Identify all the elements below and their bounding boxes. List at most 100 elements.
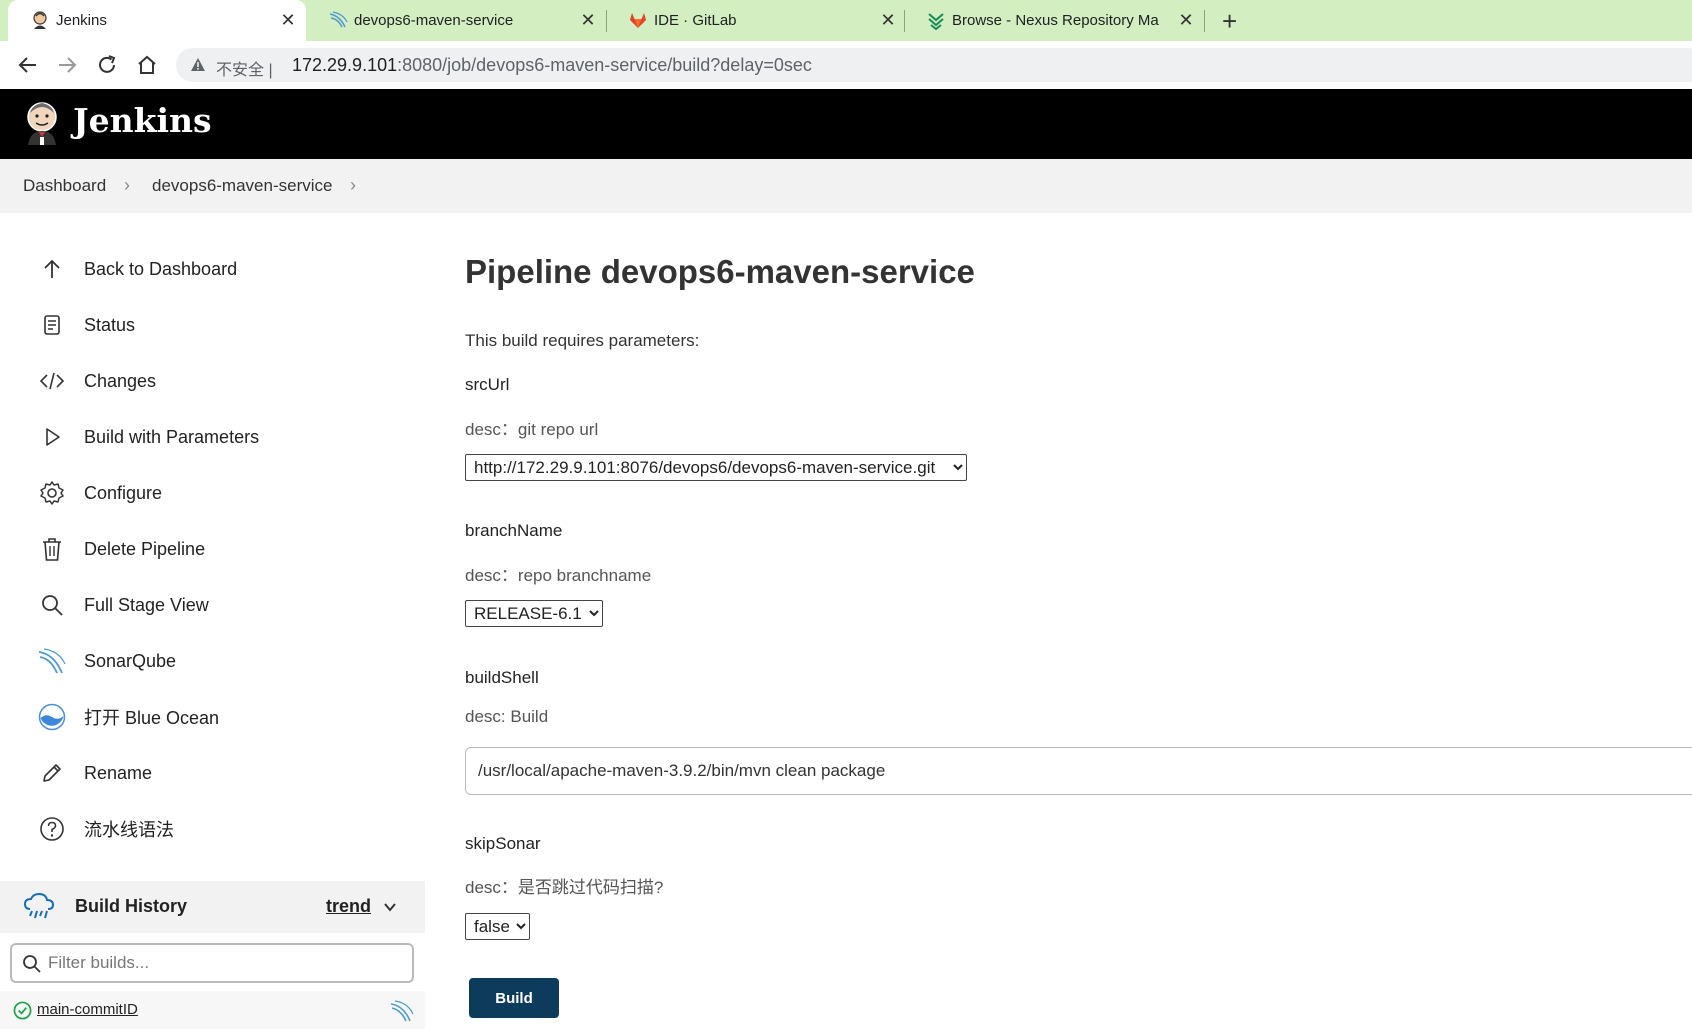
sidebar-item-back-to-dashboard[interactable]: Back to Dashboard [38,249,398,289]
sidebar-item-sonarqube[interactable]: SonarQube [38,641,398,681]
sidebar-item-status[interactable]: Status [38,305,398,345]
sidebar-item-full-stage-view[interactable]: Full Stage View [38,585,398,625]
param-name-skipsonar: skipSonar [465,834,541,853]
address-bar: 不安全 | 172.29.9.101:8080/job/devops6-mave… [0,41,1692,89]
play-icon [46,428,60,446]
trend-link[interactable]: trend [326,896,371,917]
page-title: Pipeline devops6-maven-service [465,253,975,290]
param-desc-branchname: desc：repo branchname [465,566,652,585]
sidebar-item-label: Full Stage View [84,594,209,615]
document-icon [44,315,60,335]
breadcrumb: Dashboard › devops6-maven-service › [0,159,1692,213]
filter-builds-input[interactable] [48,951,398,975]
sonarqube-icon [329,11,348,28]
breadcrumb-dashboard[interactable]: Dashboard [23,176,106,196]
jenkins-logo-icon[interactable] [22,99,62,147]
code-icon [39,372,65,390]
tab-nexus[interactable]: Browse - Nexus Repository Ma ✕ [904,0,1202,41]
search-icon [23,955,41,973]
tab-gitlab[interactable]: IDE · GitLab ✕ [606,0,904,41]
param-name-buildshell: buildShell [465,668,539,687]
build-history-row: main-commitID [0,991,425,1029]
jenkins-header: Jenkins [0,89,1692,159]
sidebar-item-label: Build with Parameters [84,426,260,447]
url-host: 172.29.9.101 [292,55,398,75]
jenkins-icon [33,11,47,29]
jenkins-title[interactable]: Jenkins [73,101,212,140]
sidebar-item-label: Status [84,314,136,335]
trash-icon [43,538,61,561]
sidebar-item-delete-pipeline[interactable]: Delete Pipeline [38,529,398,569]
sidebar-item-configure[interactable]: Configure [38,473,398,513]
main-panel: Pipeline devops6-maven-service This buil… [465,213,1692,1034]
param-name-branchname: branchName [465,521,563,540]
sidebar-item-changes[interactable]: Changes [38,361,398,401]
url-omnibox[interactable]: 不安全 | 172.29.9.101:8080/job/devops6-mave… [176,48,1692,82]
url-path: :8080/job/devops6-maven-service/build?de… [397,55,812,75]
back-arrow-icon[interactable] [16,53,40,77]
param-desc-srcurl: desc：git repo url [465,420,599,439]
sidebar-item-rename[interactable]: Rename [38,753,398,793]
param-name-srcurl: srcUrl [465,375,510,394]
close-icon[interactable]: ✕ [278,10,298,30]
sonarqube-icon[interactable] [390,999,414,1023]
arrow-up-icon [44,259,60,278]
close-icon[interactable]: ✕ [878,10,898,30]
sidebar-item-label: Back to Dashboard [84,258,238,279]
tab-separator [1204,10,1205,32]
reload-icon[interactable] [95,53,119,77]
forward-arrow-icon[interactable] [55,53,79,77]
cloud-rain-icon [23,892,55,919]
chevron-right-icon[interactable]: › [350,175,356,196]
param-select-branchname[interactable]: RELEASE-6.1.1 [465,600,603,627]
nexus-icon [928,13,944,30]
sidebar-item-label: 流水线语法 [84,820,174,840]
pencil-icon [43,764,61,782]
breadcrumb-job[interactable]: devops6-maven-service [152,176,332,196]
sidebar-item-label: 打开 Blue Ocean [84,708,220,728]
sidebar-item-label: Delete Pipeline [84,538,206,559]
build-history-title: Build History [75,896,188,916]
url-text[interactable]: 172.29.9.101:8080/job/devops6-maven-serv… [292,55,812,76]
tab-jenkins[interactable]: Jenkins ✕ [8,0,306,41]
param-select-srcurl[interactable]: http://172.29.9.101:8076/devops6/devops6… [465,454,967,481]
sidebar-item-label: Configure [84,482,163,503]
success-check-icon [13,1001,32,1020]
tab-title: Browse - Nexus Repository Ma [952,12,1159,29]
build-button[interactable]: Build [469,978,559,1018]
param-desc-skipsonar: desc：是否跳过代码扫描? [465,878,664,897]
filter-builds[interactable] [10,943,414,983]
tab-title: devops6-maven-service [354,12,514,29]
sidebar-item-label: SonarQube [84,650,177,671]
tab-sonarqube[interactable]: devops6-maven-service ✕ [306,0,604,41]
blue-ocean-icon [38,703,66,731]
sidebar-item-label: Changes [84,370,157,391]
gitlab-icon [630,13,646,28]
help-icon [40,817,64,841]
build-history-header: Build History trend [0,881,425,933]
sidebar-item-blue-ocean[interactable]: 打开 Blue Ocean [38,697,398,737]
param-select-skipsonar[interactable]: false [465,913,530,940]
security-label: 不安全 | [216,62,273,79]
sidebar-item-label: Rename [84,762,153,783]
close-icon[interactable]: ✕ [1176,10,1196,30]
sidebar-item-pipeline-syntax[interactable]: 流水线语法 [38,809,398,849]
sidebar-item-build-with-parameters[interactable]: Build with Parameters [38,417,398,457]
gear-icon [40,481,64,505]
side-panel: Back to Dashboard Status Changes Build w… [0,213,425,1034]
browser-tab-bar: Jenkins ✕ devops6-maven-service ✕ IDE · … [0,0,1692,41]
sonarqube-icon [38,648,66,674]
new-tab-button[interactable]: + [1222,8,1237,34]
build-link[interactable]: main-commitID [37,1001,138,1018]
close-icon[interactable]: ✕ [578,10,598,30]
chevron-down-icon[interactable] [382,899,398,915]
search-icon [42,595,63,616]
param-input-buildshell[interactable] [465,747,1692,795]
chevron-right-icon: › [124,175,130,195]
tab-title: IDE · GitLab [654,12,737,29]
param-desc-buildshell: desc: Build [465,707,549,726]
parameters-intro: This build requires parameters: [465,331,700,350]
tab-title: Jenkins [56,12,107,29]
home-icon[interactable] [135,53,159,77]
warning-icon[interactable] [190,57,206,73]
